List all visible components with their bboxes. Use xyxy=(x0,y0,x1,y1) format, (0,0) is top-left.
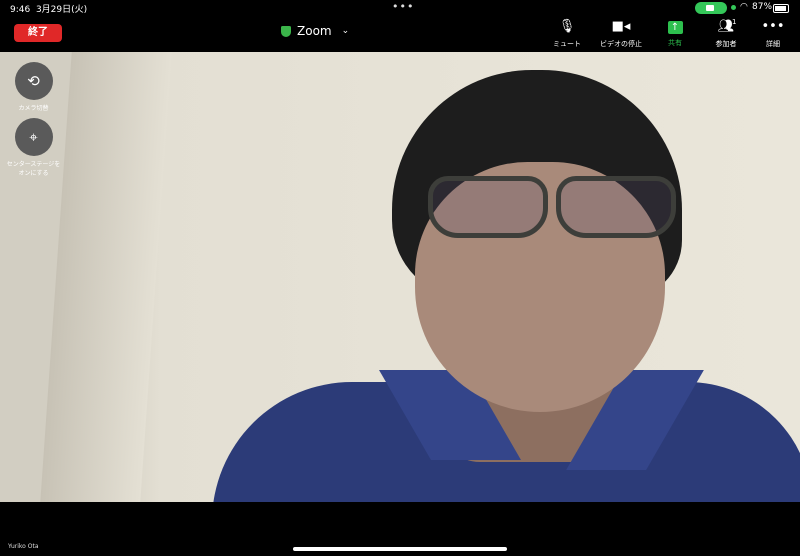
more-icon: ••• xyxy=(761,19,785,34)
camera-rotate-icon: ⟲ xyxy=(14,62,53,100)
stop-video-button[interactable]: ■◂ ビデオの停止 xyxy=(591,19,651,49)
stop-video-label: ビデオの停止 xyxy=(600,40,642,48)
microphone-icon: 🎙︎ xyxy=(558,19,576,34)
battery-percent: 87% xyxy=(752,2,773,12)
meeting-title[interactable]: Zoom ⌄ xyxy=(281,22,349,40)
home-indicator[interactable] xyxy=(293,547,507,551)
center-stage-label: センターステージをオンにする xyxy=(6,161,61,177)
participant-name: Yuriko Ota xyxy=(8,543,39,550)
center-stage-button[interactable]: ⌖ センターステージをオンにする xyxy=(6,118,61,177)
center-stage-icon: ⌖ xyxy=(14,118,53,156)
mute-button[interactable]: 🎙︎ ミュート xyxy=(537,19,597,49)
multitasking-dots-icon[interactable]: ••• xyxy=(392,0,414,13)
camera-in-use-icon[interactable] xyxy=(695,2,727,14)
chevron-down-icon: ⌄ xyxy=(341,26,350,36)
meeting-title-text: Zoom xyxy=(297,24,332,38)
status-time: 9:46 3月29日(火) xyxy=(10,5,88,15)
meeting-toolbar: 終了 Zoom ⌄ 🎙︎ ミュート ■◂ ビデオの停止 ↑ 共有 👥︎ 1 参加… xyxy=(0,16,800,52)
status-bar: 9:46 3月29日(火) ••• ◠ 87% xyxy=(0,0,800,16)
participant-glasses xyxy=(428,176,676,238)
end-meeting-button[interactable]: 終了 xyxy=(14,24,62,42)
video-feed[interactable] xyxy=(0,52,800,502)
participant-count-badge: 1 xyxy=(732,18,737,26)
mute-label: ミュート xyxy=(553,40,581,48)
shield-icon xyxy=(281,25,291,37)
switch-camera-label: カメラ切替 xyxy=(18,105,49,112)
wifi-icon: ◠ xyxy=(740,2,748,12)
more-button[interactable]: ••• 詳細 xyxy=(743,19,800,49)
camera-indicator-icon xyxy=(731,5,736,10)
participants-label: 参加者 xyxy=(715,40,737,48)
battery-icon xyxy=(773,4,789,13)
video-camera-icon: ■◂ xyxy=(611,19,631,34)
switch-camera-button[interactable]: ⟲ カメラ切替 xyxy=(6,62,61,112)
more-label: 詳細 xyxy=(766,40,780,48)
share-screen-icon: ↑ xyxy=(667,21,683,34)
share-label: 共有 xyxy=(668,39,682,47)
